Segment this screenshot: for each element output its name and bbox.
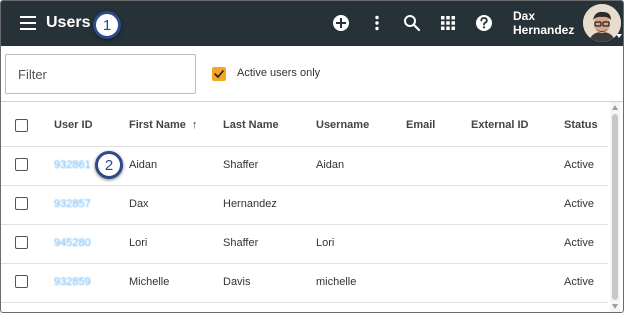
- last-name-cell: Shaffer: [223, 159, 259, 171]
- vertical-scrollbar[interactable]: [610, 102, 620, 312]
- apps-grid-icon[interactable]: [438, 13, 458, 33]
- last-name-cell: Shaffer: [223, 237, 259, 249]
- row-checkbox[interactable]: [15, 275, 28, 288]
- search-icon[interactable]: [402, 13, 422, 33]
- column-header-username[interactable]: Username: [316, 119, 369, 131]
- row-divider: [1, 302, 608, 303]
- user-id-link[interactable]: 932857: [54, 198, 91, 210]
- app-bar: Users 1 Dax Hernandez: [1, 1, 623, 46]
- status-cell: Active: [564, 198, 594, 210]
- current-user-name[interactable]: Dax Hernandez: [513, 9, 574, 37]
- active-users-label: Active users only: [237, 67, 321, 79]
- add-circle-icon[interactable]: [331, 13, 351, 33]
- row-divider: [1, 263, 608, 264]
- sort-ascending-icon: ↑: [191, 119, 198, 131]
- first-name-cell: Aidan: [129, 159, 158, 171]
- user-id-link[interactable]: 932859: [54, 276, 91, 288]
- more-vert-icon[interactable]: [367, 13, 387, 33]
- status-cell: Active: [564, 276, 594, 288]
- select-all-checkbox[interactable]: [15, 119, 28, 132]
- first-name-cell: Lori: [129, 237, 148, 249]
- row-checkbox[interactable]: [15, 197, 28, 210]
- user-id-link[interactable]: 945280: [54, 237, 91, 249]
- status-cell: Active: [564, 237, 594, 249]
- filter-input[interactable]: [16, 55, 190, 93]
- user-last-name: Hernandez: [513, 23, 575, 37]
- username-cell: michelle: [316, 276, 357, 288]
- column-header-user-id[interactable]: User ID: [54, 119, 93, 131]
- users-page: Users 1 Dax Hernandez Filter Active user…: [0, 0, 624, 313]
- callout-badge-2: 2: [95, 151, 123, 179]
- row-divider: [1, 185, 608, 186]
- row-checkbox[interactable]: [15, 158, 28, 171]
- column-header-email[interactable]: Email: [406, 119, 435, 131]
- header-divider: [1, 146, 608, 147]
- column-header-first-name[interactable]: First Name ↑: [129, 119, 197, 131]
- column-header-status[interactable]: Status: [564, 119, 598, 131]
- callout-badge-1: 1: [93, 11, 121, 39]
- row-divider: [1, 224, 608, 225]
- column-header-last-name[interactable]: Last Name: [223, 119, 279, 131]
- username-cell: Lori: [316, 237, 335, 249]
- toolbar-divider: [1, 101, 623, 102]
- filter-field[interactable]: [5, 54, 196, 94]
- first-name-cell: Michelle: [129, 276, 170, 288]
- user-id-link[interactable]: 932861: [54, 159, 91, 171]
- last-name-cell: Hernandez: [223, 198, 277, 210]
- page-title: Users: [46, 14, 91, 31]
- help-icon[interactable]: [474, 13, 494, 33]
- chevron-down-icon[interactable]: [616, 34, 622, 38]
- status-cell: Active: [564, 159, 594, 171]
- menu-icon[interactable]: [20, 16, 36, 30]
- column-header-external-id[interactable]: External ID: [471, 119, 528, 131]
- column-header-first-name-label: First Name: [129, 119, 186, 131]
- row-checkbox[interactable]: [15, 236, 28, 249]
- username-cell: Aidan: [316, 159, 345, 171]
- user-first-name: Dax: [513, 9, 536, 23]
- first-name-cell: Dax: [129, 198, 149, 210]
- active-users-checkbox[interactable]: [212, 67, 226, 81]
- last-name-cell: Davis: [223, 276, 251, 288]
- checkmark-icon: [214, 70, 224, 78]
